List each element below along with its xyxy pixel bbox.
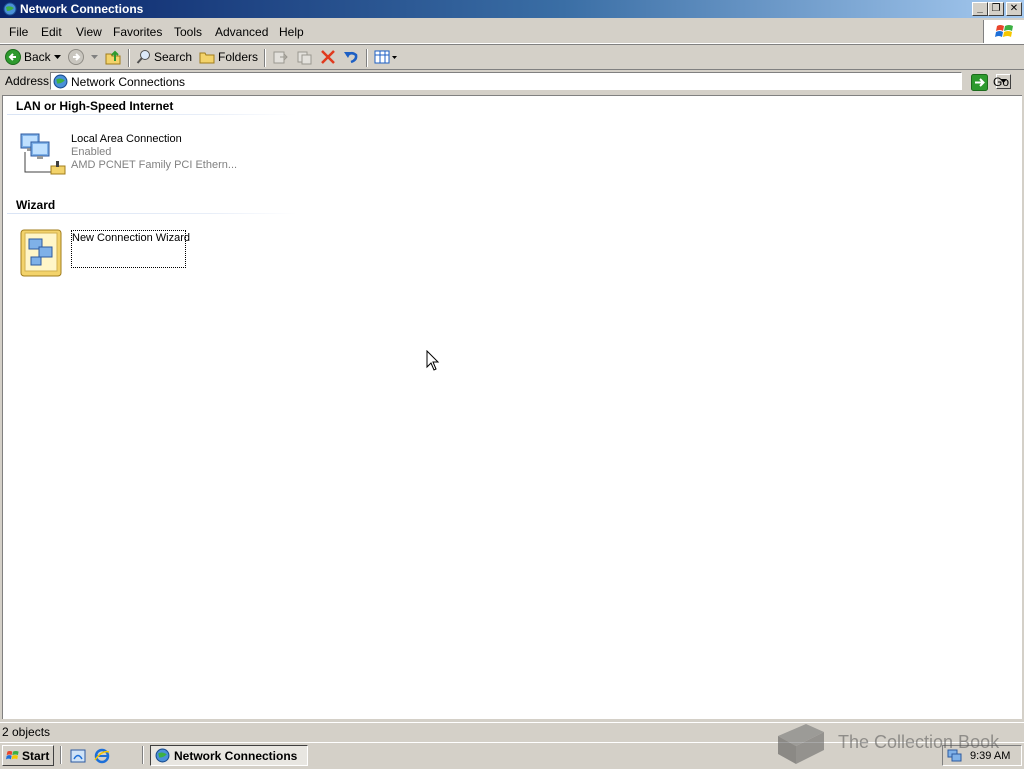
toolbar: Back Search Folders — [0, 44, 1024, 70]
back-arrow-icon[interactable] — [5, 49, 21, 65]
up-folder-icon[interactable] — [104, 48, 122, 66]
taskbar-separator — [60, 746, 62, 764]
network-globe-icon — [155, 748, 170, 763]
go-label: Go — [993, 75, 1010, 89]
internet-explorer-icon[interactable] — [94, 748, 110, 764]
toolbar-separator — [264, 49, 266, 67]
move-to-icon[interactable] — [272, 49, 288, 65]
taskbar-item-label: Network Connections — [174, 749, 298, 763]
connection-name: Local Area Connection — [71, 133, 182, 145]
taskbar-separator — [142, 746, 144, 764]
delete-icon[interactable] — [320, 49, 336, 65]
menu-tools[interactable]: Tools — [174, 25, 202, 39]
show-desktop-icon[interactable] — [70, 748, 86, 764]
toolbar-separator — [366, 49, 368, 67]
focus-rectangle: New Connection Wizard — [71, 230, 190, 268]
menu-favorites[interactable]: Favorites — [113, 25, 162, 39]
wizard-name: New Connection Wizard — [72, 232, 190, 244]
address-label: Address — [5, 74, 50, 88]
new-connection-wizard-item[interactable]: New Connection Wizard — [17, 227, 197, 279]
book-icon — [778, 724, 824, 764]
folders-icon[interactable] — [199, 49, 215, 65]
connection-device: AMD PCNET Family PCI Ethern... — [71, 159, 238, 171]
group-divider — [7, 114, 297, 115]
search-button[interactable]: Search — [154, 50, 192, 64]
menu-help[interactable]: Help — [279, 25, 304, 39]
local-area-connection-item[interactable]: Local Area Connection Enabled AMD PCNET … — [17, 128, 237, 180]
group-header-wizard: Wizard — [16, 198, 56, 212]
forward-arrow-icon[interactable] — [68, 49, 84, 65]
menu-file[interactable]: File — [9, 25, 28, 39]
content-pane[interactable]: LAN or High-Speed Internet Local Area Co… — [2, 95, 1022, 719]
undo-icon[interactable] — [343, 49, 359, 65]
menu-edit[interactable]: Edit — [41, 25, 62, 39]
start-label: Start — [22, 749, 50, 763]
taskbar-item-network-connections[interactable]: Network Connections — [150, 745, 308, 766]
watermark: The Collection Book — [772, 720, 1012, 768]
menu-bar: File Edit View Favorites Tools Advanced … — [0, 19, 1024, 44]
mouse-pointer-icon — [426, 350, 440, 371]
copy-to-icon[interactable] — [296, 49, 312, 65]
menu-view[interactable]: View — [76, 25, 102, 39]
title-bar[interactable]: Network Connections _ ❐ ✕ — [0, 0, 1024, 18]
minimize-button[interactable]: _ — [972, 2, 988, 16]
go-button[interactable]: Go — [968, 72, 1020, 92]
close-button[interactable]: ✕ — [1006, 2, 1022, 16]
window-title: Network Connections — [20, 2, 144, 16]
forward-dropdown-icon[interactable] — [91, 55, 98, 59]
group-divider — [7, 213, 297, 214]
start-button[interactable]: Start — [2, 745, 54, 766]
views-icon[interactable] — [374, 49, 398, 65]
toolbar-separator — [128, 49, 130, 67]
windows-flag-icon — [995, 25, 1013, 37]
address-field[interactable]: Network Connections — [50, 72, 1011, 90]
windows-flag-icon — [6, 750, 19, 760]
watermark-text: The Collection Book — [838, 732, 1000, 752]
go-arrow-icon — [971, 74, 988, 91]
back-button[interactable]: Back — [24, 50, 51, 64]
restore-button[interactable]: ❐ — [988, 2, 1004, 16]
network-globe-icon — [53, 74, 68, 89]
new-connection-wizard-icon — [20, 229, 62, 277]
search-icon[interactable] — [136, 49, 152, 65]
address-bar: Address Network Connections Go — [0, 69, 1024, 94]
menu-advanced[interactable]: Advanced — [215, 25, 268, 39]
status-text: 2 objects — [2, 725, 51, 739]
folders-button[interactable]: Folders — [218, 50, 258, 64]
network-globe-icon — [3, 2, 17, 16]
lan-connection-icon — [20, 133, 66, 175]
back-dropdown-icon[interactable] — [54, 55, 61, 59]
group-header-lan: LAN or High-Speed Internet — [16, 99, 174, 113]
address-value[interactable]: Network Connections — [71, 75, 185, 89]
windows-logo — [983, 20, 1024, 43]
connection-status: Enabled — [71, 146, 112, 158]
